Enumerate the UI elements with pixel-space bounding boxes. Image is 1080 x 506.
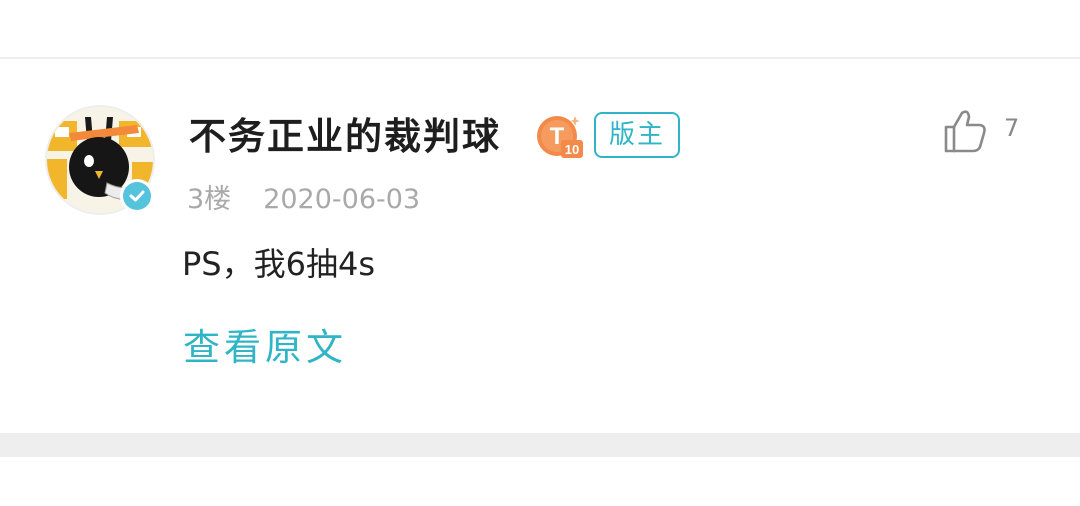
level-badge-icon: T 10: [535, 112, 583, 160]
moderator-badge: 版主: [594, 112, 680, 158]
username[interactable]: 不务正业的裁判球: [189, 109, 501, 165]
floor-number: 3楼: [187, 184, 232, 215]
section-separator: [0, 433, 1080, 457]
next-section: [0, 457, 1080, 506]
verified-badge: [120, 179, 154, 213]
view-original-link[interactable]: 查看原文: [183, 325, 347, 371]
post-date: 2020-06-03: [263, 184, 421, 215]
reply-post: 不务正业的裁判球 T 10 版主 7 3楼 2020-06-03 PS，我6抽4s…: [0, 59, 1080, 433]
thumbs-up-icon[interactable]: [942, 107, 988, 155]
post-meta: 3楼 2020-06-03: [187, 183, 420, 217]
post-content: PS，我6抽4s: [182, 245, 376, 283]
previous-section: [0, 0, 1080, 58]
level-number: 10: [565, 142, 579, 157]
verified-check-icon: [123, 182, 151, 210]
like-count: 7: [1004, 114, 1020, 142]
